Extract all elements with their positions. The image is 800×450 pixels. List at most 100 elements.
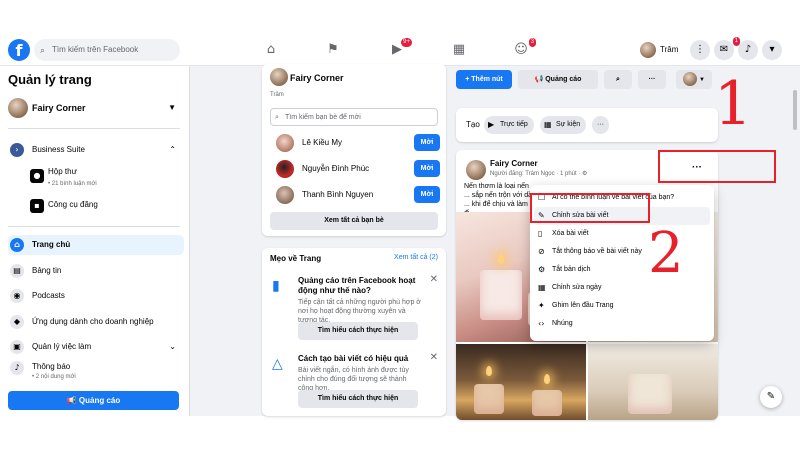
sidebar-item-business-suite[interactable]: › Business Suite ⌃: [8, 140, 184, 160]
sidebar-divider: [8, 128, 180, 129]
caret-down-icon: ▼: [168, 103, 176, 112]
middle-page-header[interactable]: Fairy Corner: [262, 64, 446, 92]
post-page-name[interactable]: Fairy Corner: [490, 159, 538, 168]
sidebar-item-home[interactable]: ⌂ Trang chủ: [8, 235, 184, 255]
megaphone-icon: 📢: [66, 396, 79, 405]
sidebar-title: Quản lý trang: [8, 72, 92, 87]
event-button[interactable]: ▦ Sự kiện: [540, 116, 587, 134]
tip-description: Bài viết ngắn, có hình ảnh được tùy chỉn…: [298, 367, 409, 392]
friend-avatar: [276, 160, 294, 178]
more-options-icon[interactable]: ···: [638, 70, 666, 89]
live-video-button[interactable]: ▶ Trực tiếp: [484, 116, 534, 134]
close-icon[interactable]: ✕: [430, 274, 438, 285]
invite-search-placeholder: Tìm kiếm bạn bè để mời: [285, 114, 361, 121]
groups-nav-icon[interactable]: ☺ 3: [512, 38, 536, 59]
close-icon[interactable]: ✕: [430, 352, 438, 363]
tip-title: Cách tạo bài viết có hiệu quả: [298, 354, 409, 363]
friend-avatar: [276, 186, 294, 204]
facebook-search-input[interactable]: ⌕ Tìm kiếm trên Facebook: [34, 39, 180, 61]
megaphone-icon: 📢: [534, 76, 546, 83]
tips-title: Mẹo về Trang: [270, 254, 322, 263]
live-label: Trực tiếp: [500, 121, 528, 128]
sidebar-item-label: Trang chủ: [32, 240, 71, 249]
friend-name: Lê Kiều My: [302, 138, 343, 147]
sidebar-item-label: Quản lý việc làm: [32, 342, 92, 351]
watch-badge: 9+: [401, 38, 412, 47]
menu-item-embed[interactable]: ‹› Nhúng: [534, 315, 710, 333]
chevron-up-icon: ⌃: [169, 145, 176, 154]
annotation-box-edit-post: [530, 193, 650, 223]
add-button[interactable]: + Thêm nút: [456, 70, 512, 89]
facebook-logo-icon[interactable]: f: [8, 39, 30, 61]
invite-button[interactable]: Mời: [414, 186, 440, 203]
inbox-icon: ●: [30, 169, 44, 183]
account-chevron-down-icon[interactable]: ▾: [762, 40, 782, 60]
menu-item-label: Xóa bài viết: [552, 230, 589, 237]
candle-shape: [480, 270, 522, 320]
invite-button[interactable]: Mời: [414, 134, 440, 151]
ads-button[interactable]: 📢 Quảng cáo: [518, 70, 598, 89]
page-management-sidebar: Quản lý trang Fairy Corner ▼ › Business …: [0, 66, 190, 416]
sidebar-item-inbox[interactable]: ● Hộp thư • 21 bình luận mới: [30, 164, 180, 190]
menu-grid-icon[interactable]: ⋮: [690, 40, 710, 60]
flag-nav-icon[interactable]: ⚑: [324, 41, 342, 59]
flame-shape: [486, 366, 492, 376]
post-photo[interactable]: [588, 344, 718, 420]
news-feed-icon: ▤: [10, 264, 24, 278]
tip-item: △ Cách tạo bài viết có hiệu quả Bài viết…: [270, 352, 438, 416]
trash-icon: ▯: [538, 229, 543, 238]
sidebar-item-jobs[interactable]: ▣ Quản lý việc làm ⌄: [8, 337, 184, 357]
post-photo[interactable]: [456, 344, 586, 420]
caret-down-icon: ▼: [699, 77, 705, 83]
podcast-icon: ◉: [10, 289, 24, 303]
friend-row: Lê Kiều My Mời: [276, 132, 440, 154]
friend-name: Thanh Bình Nguyen: [302, 190, 374, 199]
new-message-icon[interactable]: ✎: [760, 386, 782, 408]
scrollbar[interactable]: [793, 90, 797, 130]
friend-avatar: [276, 134, 294, 152]
page-avatar: [8, 98, 28, 118]
business-suite-icon: ›: [10, 143, 24, 157]
annotation-step-1: 1: [714, 69, 753, 139]
menu-item-pin-to-top[interactable]: ✦ Ghim lên đầu Trang: [534, 297, 710, 315]
sidebar-item-notifications[interactable]: ♪ Thông báo • 2 nội dung mới: [8, 358, 184, 384]
candle-shape: [474, 384, 504, 414]
sidebar-item-news-feed[interactable]: ▤ Bảng tin: [8, 261, 184, 281]
notifications-subtext: • 2 nội dung mới: [32, 374, 76, 380]
more-create-options-icon[interactable]: ···: [592, 116, 609, 134]
menu-item-label: Nhúng: [552, 320, 573, 327]
video-camera-icon: ▶: [488, 120, 495, 129]
annotation-step-2: 2: [648, 221, 684, 286]
tips-see-all-link[interactable]: Xem tất cả (2): [394, 254, 438, 261]
learn-how-button[interactable]: Tìm hiểu cách thực hiện: [298, 390, 418, 408]
sidebar-item-publishing-tools[interactable]: ▪ Công cụ đăng: [30, 194, 180, 220]
home-nav-icon[interactable]: ⌂: [262, 41, 280, 59]
sidebar-divider: [8, 226, 180, 227]
friend-name: Nguyễn Đình Phúc: [302, 164, 370, 173]
search-icon: ⌕: [275, 114, 279, 121]
invite-button[interactable]: Mời: [414, 160, 440, 177]
page-switcher[interactable]: Fairy Corner ▼: [8, 96, 180, 120]
embed-icon: ‹›: [538, 319, 545, 328]
sidebar-item-business-apps[interactable]: ◆ Ứng dụng dành cho doanh nghiệp: [8, 312, 184, 332]
messenger-icon[interactable]: ✉ 1: [714, 37, 740, 60]
see-all-friends-button[interactable]: Xem tất cả bạn bè: [270, 212, 438, 230]
search-icon[interactable]: ⌕: [604, 70, 632, 89]
sidebar-item-label: Hộp thư: [48, 167, 77, 176]
sidebar-item-label: Công cụ đăng: [48, 200, 98, 209]
marketplace-nav-icon[interactable]: ▦: [450, 41, 468, 59]
tip-title: Quảng cáo trên Facebook hoạt động như th…: [298, 276, 416, 295]
pin-icon: ✦: [538, 301, 545, 310]
sidebar-item-podcasts[interactable]: ◉ Podcasts: [8, 286, 184, 306]
translate-icon: ⚙: [538, 265, 546, 274]
watch-nav-icon[interactable]: ▶ 9+: [388, 38, 412, 59]
invite-friends-search-input[interactable]: ⌕ Tìm kiếm bạn bè để mời: [270, 108, 438, 126]
promote-ads-button[interactable]: 📢 Quảng cáo: [8, 391, 179, 410]
menu-item-label: Ghim lên đầu Trang: [552, 302, 614, 309]
page-account-switcher[interactable]: ▼: [676, 70, 712, 89]
notifications-bell-icon[interactable]: ♪: [738, 40, 758, 60]
learn-how-button[interactable]: Tìm hiểu cách thực hiện: [298, 322, 418, 340]
invite-friends-card: Fairy Corner Trâm ⌕ Tìm kiếm bạn bè để m…: [262, 64, 446, 236]
profile-shortcut[interactable]: Trâm: [640, 41, 678, 59]
inbox-subtext: • 21 bình luận mới: [48, 181, 97, 187]
